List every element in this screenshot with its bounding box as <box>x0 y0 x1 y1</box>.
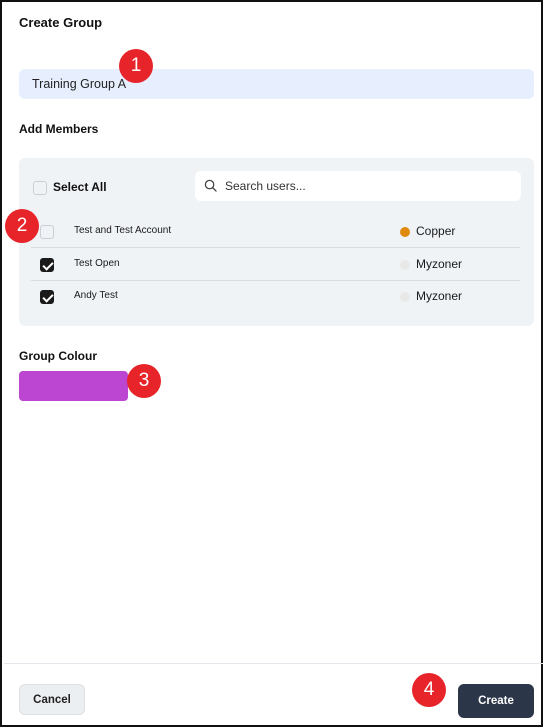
member-checkbox[interactable] <box>40 290 54 304</box>
level-dot <box>400 292 410 302</box>
step-badge: 1 <box>119 49 153 83</box>
create-group-dialog: Create Group Add Members Select All Test… <box>0 0 543 727</box>
member-checkbox[interactable] <box>40 258 54 272</box>
level-dot <box>400 260 410 270</box>
select-all-checkbox[interactable] <box>33 181 47 195</box>
member-row[interactable]: Test and Test Account Copper <box>31 216 520 248</box>
search-icon <box>204 179 217 192</box>
step-badge: 2 <box>5 209 39 243</box>
group-colour-swatch[interactable] <box>19 371 128 401</box>
footer-divider <box>4 663 543 664</box>
dialog-title: Create Group <box>19 15 103 30</box>
member-row[interactable]: Test Open Myzoner <box>31 249 520 281</box>
member-checkbox[interactable] <box>40 225 54 239</box>
member-level: Myzoner <box>416 257 463 271</box>
search-users-input[interactable] <box>225 171 515 201</box>
step-badge: 3 <box>127 364 161 398</box>
add-members-label: Add Members <box>19 122 99 136</box>
group-name-input[interactable] <box>19 69 534 99</box>
member-row[interactable]: Andy Test Myzoner <box>31 281 520 313</box>
create-button[interactable]: Create <box>458 684 534 718</box>
member-name: Test and Test Account <box>74 225 172 236</box>
level-dot <box>400 227 410 237</box>
member-level: Copper <box>416 224 456 238</box>
member-name: Andy Test <box>74 290 118 301</box>
cancel-button[interactable]: Cancel <box>19 684 85 715</box>
search-box <box>195 171 521 201</box>
group-colour-label: Group Colour <box>19 349 97 363</box>
members-panel: Select All Test and Test Account Copper … <box>19 158 534 326</box>
select-all-label: Select All <box>53 180 107 194</box>
step-badge: 4 <box>412 673 446 707</box>
member-name: Test Open <box>74 258 120 269</box>
member-level: Myzoner <box>416 289 463 303</box>
